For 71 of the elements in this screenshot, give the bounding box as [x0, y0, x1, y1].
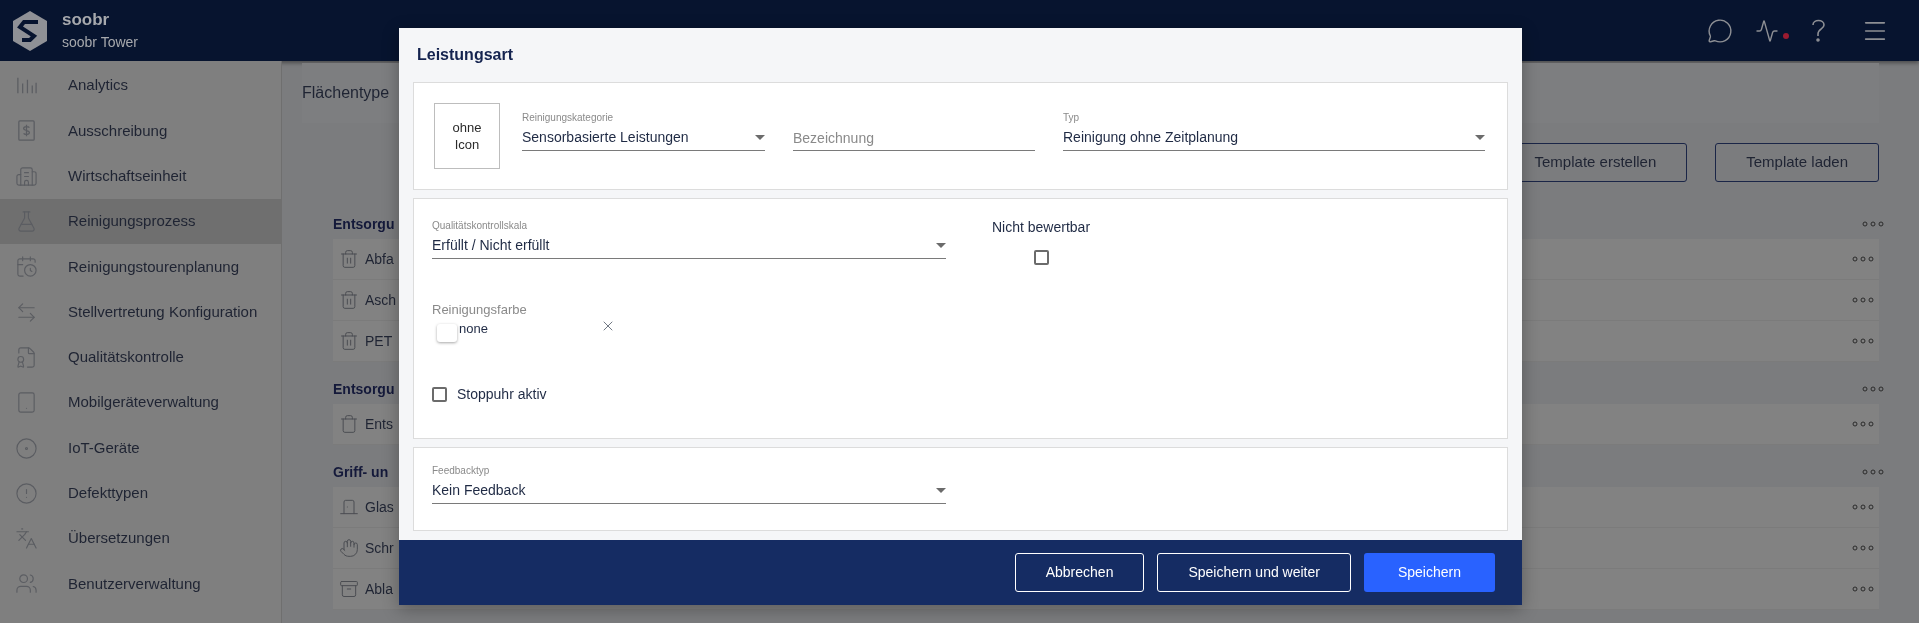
- alert-circle-icon: [15, 481, 38, 505]
- target-icon: [15, 436, 38, 460]
- color-swatch[interactable]: [437, 323, 457, 342]
- row-label: Ents: [365, 414, 393, 434]
- group-heading: Entsorgu: [333, 379, 395, 399]
- field-label: Reinigungsfarbe: [432, 301, 528, 319]
- checkbox[interactable]: [432, 386, 447, 402]
- tablet-icon: [15, 391, 38, 415]
- row-label: Glas: [365, 497, 394, 517]
- activity-icon[interactable]: [1755, 18, 1779, 43]
- more-icon[interactable]: [1852, 586, 1874, 592]
- more-icon[interactable]: [1862, 469, 1884, 475]
- more-icon[interactable]: [1852, 338, 1874, 344]
- help-icon[interactable]: [1811, 18, 1825, 43]
- more-icon[interactable]: [1852, 421, 1874, 427]
- field-label: Qualitätskontrollskala: [432, 219, 529, 233]
- dialog-button[interactable]: Abbrechen: [1014, 553, 1145, 592]
- site-name: soobr Tower: [62, 34, 138, 52]
- translate-icon: [15, 527, 38, 551]
- sidebar-item[interactable]: Reinigungsprozess: [0, 198, 281, 245]
- dropdown-field[interactable]: Sensorbasierte Leistungen: [522, 125, 765, 151]
- dropdown-field[interactable]: Erfüllt / Nicht erfüllt: [432, 233, 946, 259]
- more-icon[interactable]: [1852, 545, 1874, 551]
- trash-icon: [339, 290, 359, 310]
- row-label: Abla: [365, 579, 394, 599]
- hand-icon: [339, 538, 359, 558]
- row-label: Abfa: [365, 249, 394, 269]
- door-icon: [339, 497, 359, 517]
- row-label: PET: [365, 331, 393, 351]
- dropdown-caret-icon: [936, 243, 946, 248]
- chat-icon[interactable]: [1707, 17, 1733, 44]
- swap-arrows-icon: [15, 300, 38, 324]
- more-icon[interactable]: [1852, 297, 1874, 303]
- row-label: Schr: [365, 538, 394, 558]
- dropdown-field[interactable]: Reinigung ohne Zeitplanung: [1063, 125, 1485, 151]
- checkbox[interactable]: [1033, 250, 1049, 265]
- dollar-document-icon: [15, 119, 38, 143]
- trash-icon: [339, 331, 359, 351]
- page-title: Flächentype: [302, 83, 390, 103]
- more-icon[interactable]: [1852, 504, 1874, 510]
- trash-icon: [339, 249, 359, 269]
- logo-icon: [12, 9, 48, 52]
- building-icon: [15, 164, 38, 188]
- calendar-clock-icon: [15, 255, 38, 279]
- certificate-icon: [15, 345, 38, 369]
- group-heading: Entsorgu: [333, 214, 395, 234]
- trash-icon: [339, 414, 359, 434]
- cabinet-icon: [339, 579, 359, 599]
- group-heading: Griff- un: [333, 462, 389, 482]
- users-icon: [15, 572, 38, 596]
- more-icon[interactable]: [1862, 386, 1884, 392]
- field-label: Typ: [1063, 111, 1081, 125]
- more-icon[interactable]: [1862, 221, 1884, 227]
- brand-name: soobr: [62, 9, 111, 31]
- icon-placeholder[interactable]: ohne Icon: [434, 103, 500, 169]
- dropdown-field[interactable]: Kein Feedback: [432, 478, 946, 504]
- checkbox-label: Nicht bewertbar: [992, 218, 1091, 237]
- field-label: Reinigungskategorie: [522, 111, 615, 125]
- dropdown-caret-icon: [936, 488, 946, 493]
- more-icon[interactable]: [1852, 256, 1874, 262]
- template-button[interactable]: Template laden: [1715, 143, 1879, 182]
- dialog-button[interactable]: Speichern: [1363, 553, 1495, 592]
- dialog-button[interactable]: Speichern und weiter: [1157, 553, 1351, 592]
- checkbox-label: Stoppuhr aktiv: [457, 384, 547, 404]
- field-label: Feedbacktyp: [432, 464, 491, 478]
- dropdown-caret-icon: [1475, 135, 1485, 140]
- name-field[interactable]: Bezeichnung: [793, 125, 1035, 151]
- dropdown-caret-icon: [755, 135, 765, 140]
- color-value: none: [459, 319, 488, 338]
- row-label: Asch: [365, 290, 397, 310]
- dialog-title: Leistungsart: [417, 45, 513, 65]
